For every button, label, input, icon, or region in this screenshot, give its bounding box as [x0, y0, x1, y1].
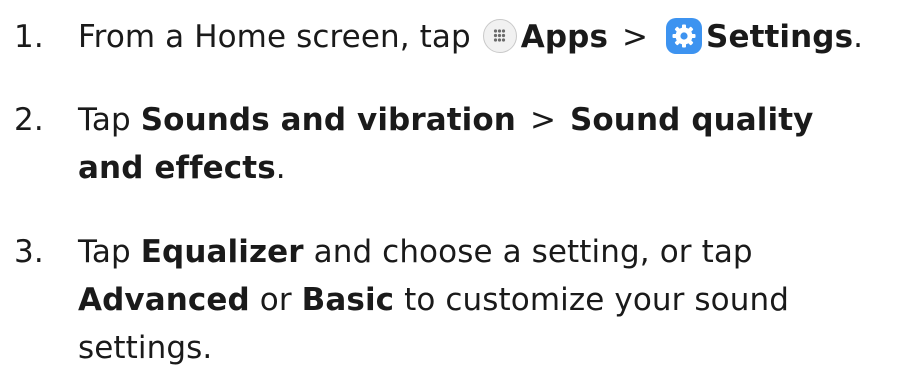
step-text: From a Home screen, tap Apps > Settings. — [78, 13, 918, 61]
step-text: Tap Sounds and vibration > Sound quality… — [78, 96, 918, 192]
step-number: 1. — [14, 19, 44, 55]
step-text-end: settings. — [78, 330, 213, 366]
apps-label: Apps — [520, 19, 608, 55]
equalizer-label: Equalizer — [140, 234, 304, 270]
step-text-mid: and choose a setting, or tap — [313, 234, 753, 270]
step-line: Tap Sounds and vibration > Sound quality — [78, 96, 918, 144]
settings-gear-icon — [666, 17, 703, 54]
separator: > — [529, 102, 557, 138]
step-line: Tap Equalizer and choose a setting, or t… — [78, 228, 918, 276]
and-effects-label: and effects — [78, 150, 276, 186]
step-text-prefix: Tap — [78, 102, 131, 138]
step-text-suffix: . — [853, 19, 864, 55]
separator: > — [621, 19, 649, 55]
step-text-mid: to customize your sound — [404, 282, 790, 318]
settings-label: Settings — [706, 19, 854, 55]
step-text: Tap Equalizer and choose a setting, or t… — [78, 228, 918, 372]
step-line: Advanced or Basic to customize your soun… — [78, 276, 918, 324]
step-number: 2. — [14, 102, 44, 138]
step-number: 3. — [14, 234, 44, 270]
basic-label: Basic — [301, 282, 395, 318]
apps-grid-icon — [482, 18, 517, 53]
step-line: From a Home screen, tap Apps > Settings. — [78, 13, 918, 61]
advanced-label: Advanced — [78, 282, 250, 318]
step-line: settings. — [78, 324, 918, 372]
sounds-and-vibration-label: Sounds and vibration — [140, 102, 516, 138]
step-text-prefix: Tap — [78, 234, 131, 270]
sound-quality-label: Sound quality — [569, 102, 814, 138]
step-text-prefix: From a Home screen, tap — [78, 19, 471, 55]
step-text-suffix: . — [275, 150, 286, 186]
step-line: and effects. — [78, 144, 918, 192]
step-text-mid: or — [259, 282, 292, 318]
